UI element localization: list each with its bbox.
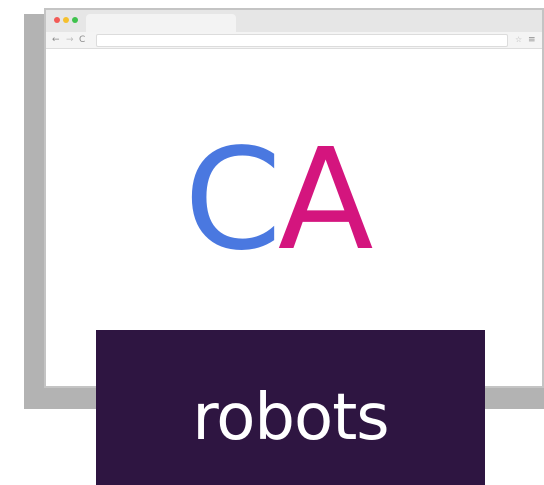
browser-menu-icon[interactable]: ≡	[528, 33, 536, 47]
browser-tab[interactable]	[86, 14, 236, 32]
close-window-icon[interactable]	[54, 17, 60, 23]
address-bar[interactable]	[96, 34, 508, 47]
browser-toolbar: ← → C ☆ ≡	[46, 32, 542, 49]
browser-titlebar	[46, 10, 542, 33]
reload-icon[interactable]: C	[79, 33, 85, 47]
bookmark-star-icon[interactable]: ☆	[515, 33, 522, 47]
logo-letter-c: C	[184, 119, 282, 282]
back-arrow-icon[interactable]: ←	[52, 33, 60, 47]
robots-label: robots	[192, 381, 389, 455]
logo-letter-a: A	[277, 119, 374, 282]
forward-arrow-icon[interactable]: →	[66, 33, 74, 47]
ca-logo: CA	[184, 126, 374, 276]
maximize-window-icon[interactable]	[72, 17, 78, 23]
robots-label-box: robots	[96, 330, 485, 485]
minimize-window-icon[interactable]	[63, 17, 69, 23]
